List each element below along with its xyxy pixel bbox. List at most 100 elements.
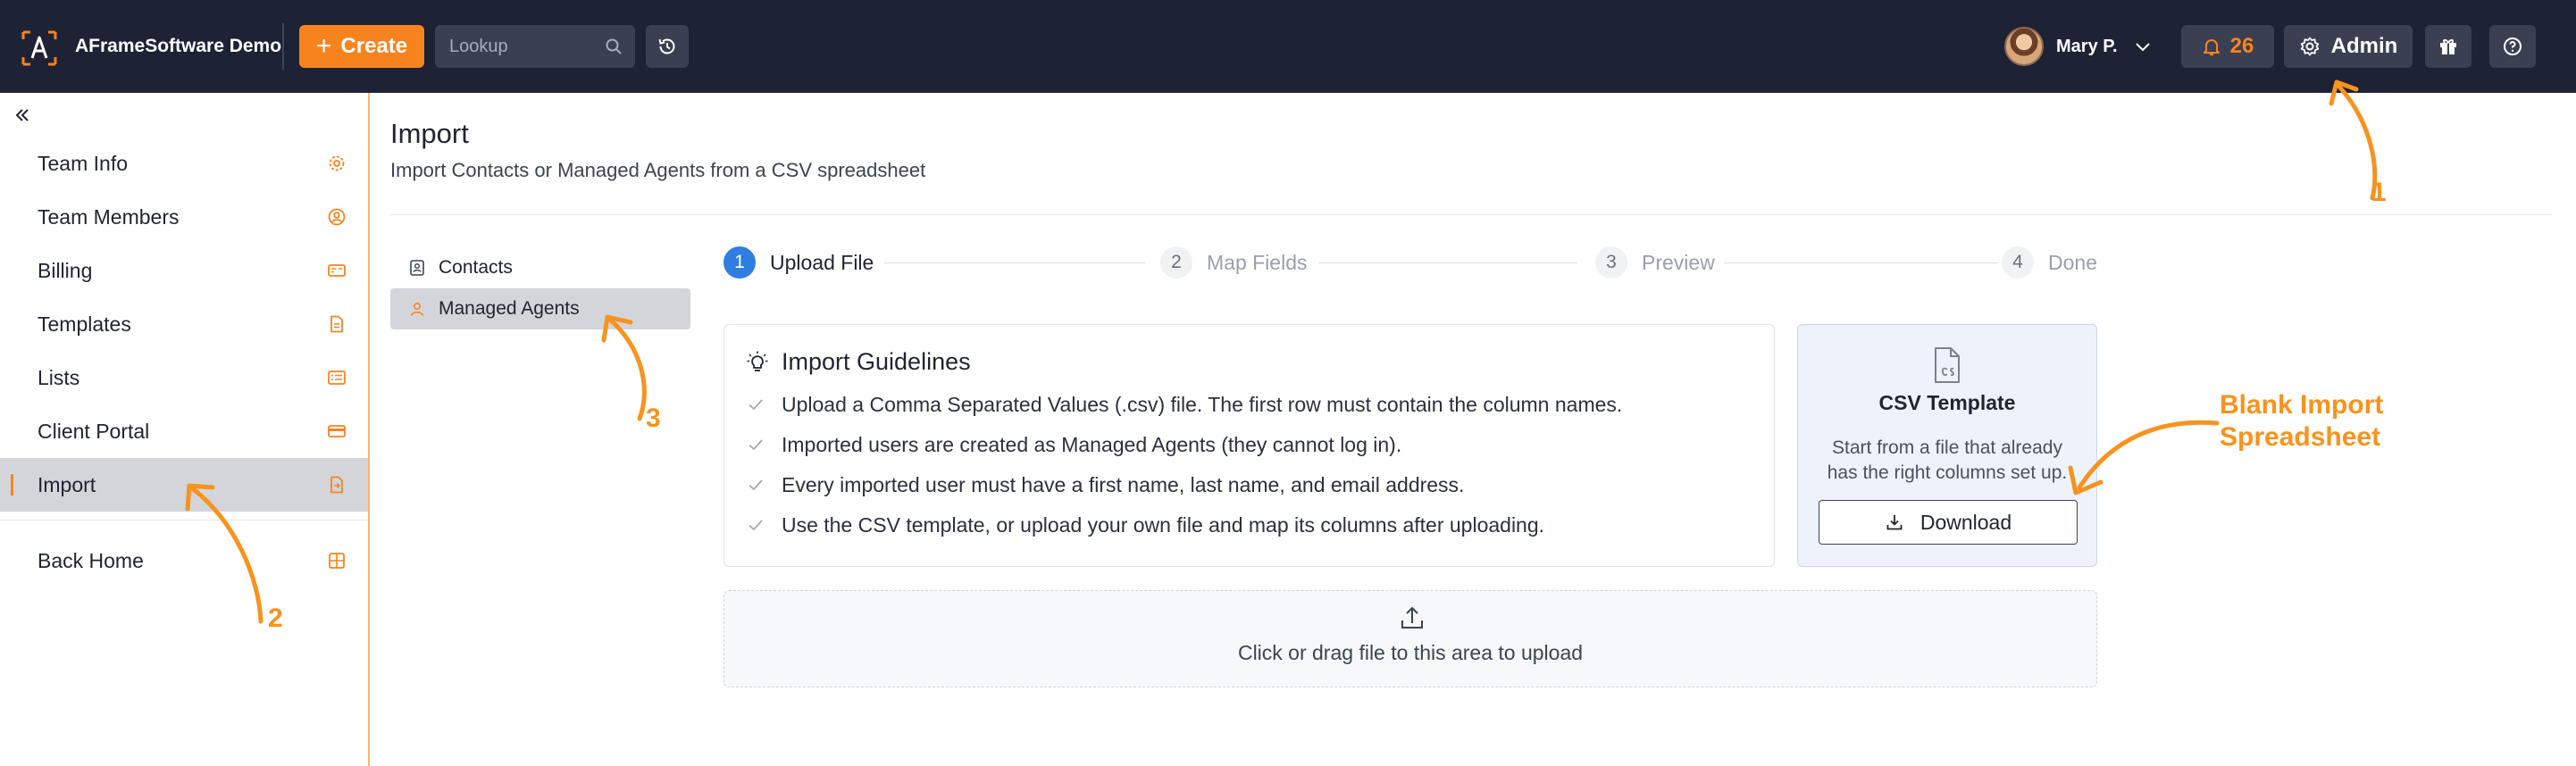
step-number: 2 [1160,246,1192,279]
annotation-blank-import: Blank Import Spreadsheet [2220,389,2383,454]
lookup-input[interactable] [449,34,592,59]
sidebar-item-label: Team Info [38,151,128,175]
list-icon [328,371,346,385]
csv-file-icon [1935,347,1960,383]
contact-card-icon [410,260,424,276]
sidebar-item-client-portal[interactable]: Client Portal [0,404,368,458]
bell-icon [2203,39,2220,55]
step-number: 3 [1595,246,1627,279]
chevron-down-icon[interactable] [2134,37,2152,55]
sidebar-item-label: Client Portal [38,419,150,443]
sidebar-item-label: Billing [38,258,93,282]
check-icon [749,439,763,451]
plus-icon: + [315,31,332,61]
sidebar-item-label: Import [38,472,96,496]
guideline-text: Use the CSV template, or upload your own… [782,512,1545,537]
admin-button[interactable]: Admin [2284,25,2413,68]
user-name[interactable]: Mary P. [2056,37,2118,57]
lookup-field[interactable] [435,25,635,68]
main-divider [390,214,2552,215]
gift-icon [2440,39,2456,54]
sidebar-item-team-members[interactable]: Team Members [0,190,368,244]
history-button[interactable] [646,25,689,68]
collapse-sidebar-icon[interactable] [13,105,32,125]
annotation-line: Spreadsheet [2220,422,2381,452]
sidebar-item-lists[interactable]: Lists [0,351,368,404]
subnav-label: Managed Agents [439,298,580,319]
sidebar-item-label: Templates [38,312,131,336]
annotation-line: Blank Import [2220,390,2384,420]
page-title: Import [390,118,469,149]
step-label: Done [2048,250,2097,274]
sidebar-item-team-info[interactable]: Team Info [0,137,368,190]
user-icon [410,302,424,316]
annotation-number-2: 2 [268,604,283,633]
check-icon [749,479,763,491]
user-circle-icon [328,208,346,226]
page-subtitle: Import Contacts or Managed Agents from a… [390,159,926,181]
check-icon [749,520,763,531]
top-bar: AFrameSoftware Demo + Create Mary P. 26 [0,0,2576,93]
credit-card-icon [328,425,346,437]
help-icon [2504,37,2522,55]
sidebar-item-billing[interactable]: Billing [0,244,368,297]
admin-label: Admin [2330,34,2398,58]
upload-dropzone[interactable]: Click or drag file to this area to uploa… [723,590,2097,687]
step-number: 1 [723,246,756,279]
annotation-number-1: 1 [2371,178,2387,207]
create-label: Create [340,34,408,58]
download-button[interactable]: Download [1819,500,2078,545]
sidebar-item-label: Back Home [38,548,144,572]
upload-instructions: Click or drag file to this area to uploa… [1237,641,1584,664]
subnav-label: Contacts [439,257,513,278]
guideline-text: Imported users are created as Managed Ag… [782,432,1402,456]
sidebar-item-label: Team Members [38,204,180,229]
upload-icon [1401,606,1423,629]
gift-button[interactable] [2425,25,2471,68]
avatar[interactable] [2004,27,2044,66]
step-map-fields: 2 Map Fields [1160,246,1307,279]
csv-template-title: CSV Template [1878,391,2016,414]
guidelines-title: Import Guidelines [782,348,971,375]
annotation-number-3: 3 [646,404,661,433]
user-menu[interactable]: Mary P. [2004,25,2152,68]
guideline-text: Upload a Comma Separated Values (.csv) f… [782,392,1623,416]
step-label: Preview [1642,250,1715,274]
annotation-arrow-blank [2068,420,2220,495]
csv-template-card: CSV Template Start from a file that alre… [1797,324,2097,567]
import-guidelines-card: Import Guidelines Upload a Comma Separat… [723,324,1775,567]
step-connector [1318,262,1577,263]
guideline-item: Every imported user must have a first na… [746,471,1464,498]
create-button[interactable]: + Create [299,25,424,68]
lightbulb-icon [747,351,768,371]
notification-count: 26 [2229,34,2254,58]
guideline-item: Upload a Comma Separated Values (.csv) f… [746,391,1622,418]
step-done: 4 Done [2002,246,2097,279]
topbar-divider [282,23,284,70]
guideline-text: Every imported user must have a first na… [782,472,1465,496]
subnav-contacts[interactable]: Contacts [390,247,690,288]
guideline-item: Use the CSV template, or upload your own… [746,512,1544,538]
brand-name[interactable]: AFrameSoftware Demo [75,34,281,59]
sidebar-item-templates[interactable]: Templates [0,297,368,351]
sidebar: Team Info Team Members Billing Templates… [0,93,370,766]
step-connector [1724,262,1997,263]
step-label: Upload File [770,250,874,274]
aframe-logo-icon[interactable] [20,29,59,68]
help-button[interactable] [2489,25,2536,68]
csv-template-description: Start from a file that already has the r… [1827,437,2068,483]
document-icon [330,315,343,333]
step-preview: 3 Preview [1595,246,1715,279]
gear-icon [329,155,345,171]
step-connector [884,262,1145,263]
download-label: Download [1919,510,2012,534]
notifications-button[interactable]: 26 [2181,25,2274,68]
history-icon [658,38,675,54]
file-import-icon [330,476,343,494]
download-icon [1886,515,1903,530]
check-icon [749,399,763,411]
search-icon[interactable] [605,37,623,55]
guideline-item: Imported users are created as Managed Ag… [746,431,1401,458]
gear-icon [2300,37,2319,56]
card-icon [328,264,346,277]
